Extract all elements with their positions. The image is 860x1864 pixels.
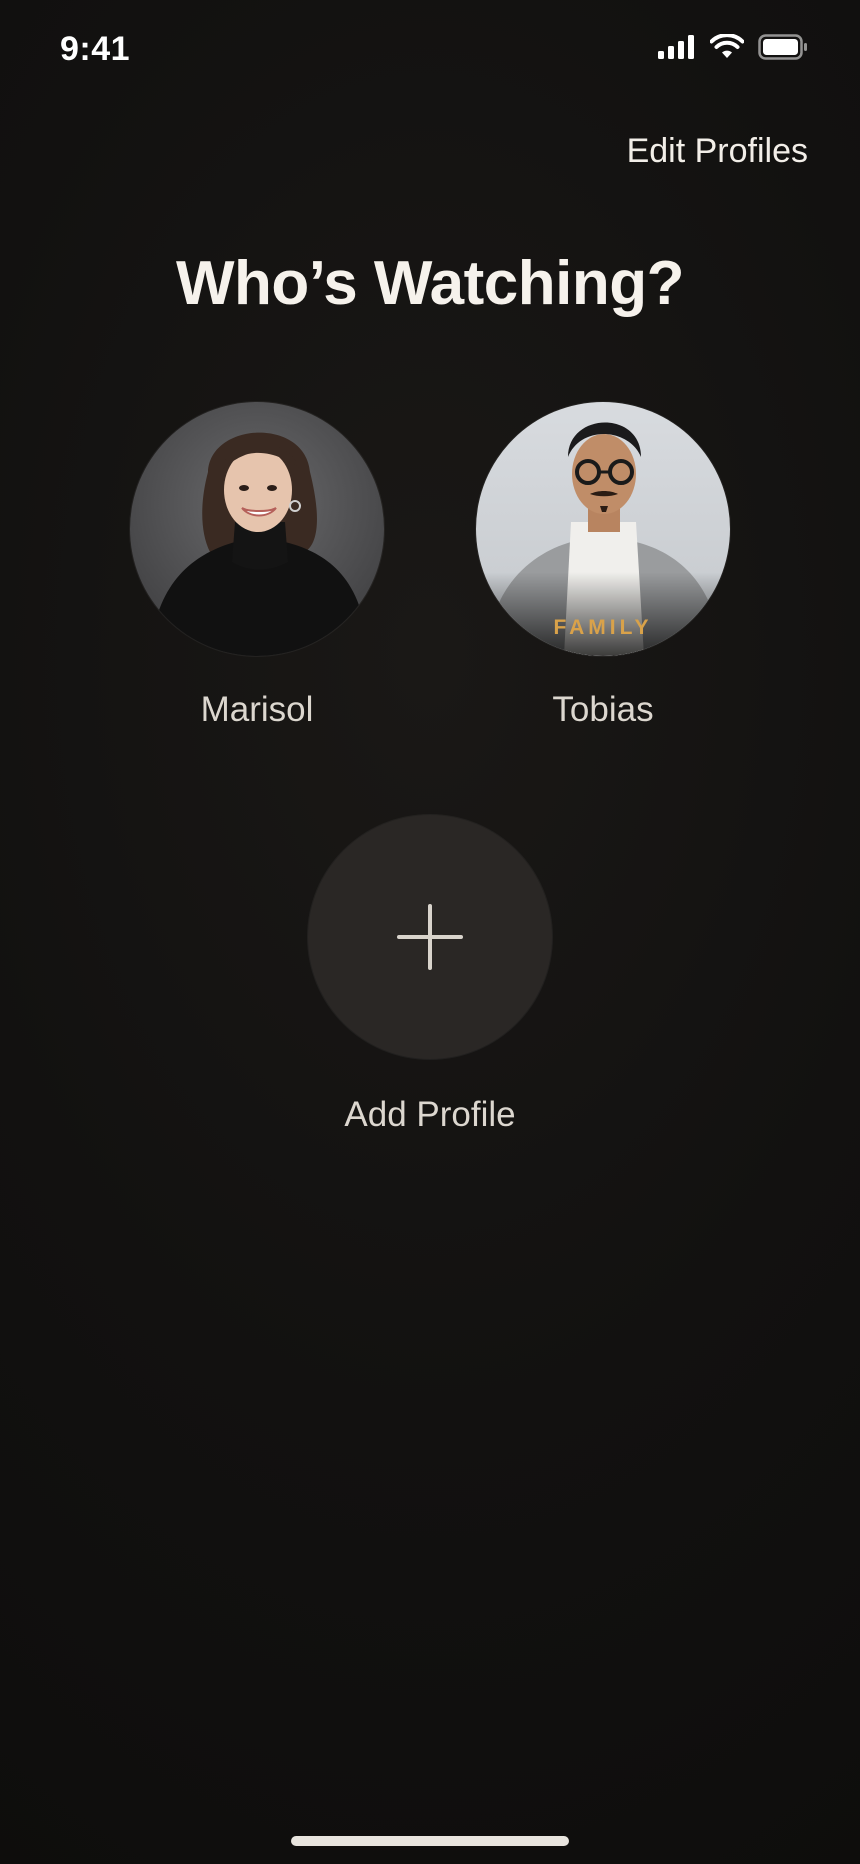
- family-badge: FAMILY: [553, 616, 653, 639]
- status-icons: [658, 34, 808, 60]
- wifi-icon: [710, 34, 744, 58]
- add-profile-label: Add Profile: [344, 1095, 516, 1134]
- profile-card-tobias[interactable]: FAMILY Tobias: [475, 402, 731, 730]
- add-profile-button[interactable]: Add Profile: [307, 815, 553, 1135]
- page-title: Who’s Watching?: [176, 249, 684, 318]
- profile-name: Marisol: [200, 690, 314, 729]
- avatar[interactable]: [130, 402, 384, 656]
- home-indicator[interactable]: [291, 1836, 569, 1846]
- woman-portrait-avatar: [130, 402, 384, 656]
- avatar[interactable]: FAMILY: [476, 402, 730, 656]
- profile-card-marisol[interactable]: Marisol: [129, 402, 385, 730]
- plus-icon: [397, 904, 463, 970]
- status-bar: 9:41: [0, 0, 860, 100]
- cellular-signal-icon: [658, 35, 694, 59]
- status-time: 9:41: [60, 30, 131, 68]
- edit-profiles-button[interactable]: Edit Profiles: [627, 132, 808, 171]
- profile-name: Tobias: [552, 690, 654, 729]
- add-profile-circle[interactable]: [308, 815, 552, 1059]
- battery-icon: [758, 34, 807, 60]
